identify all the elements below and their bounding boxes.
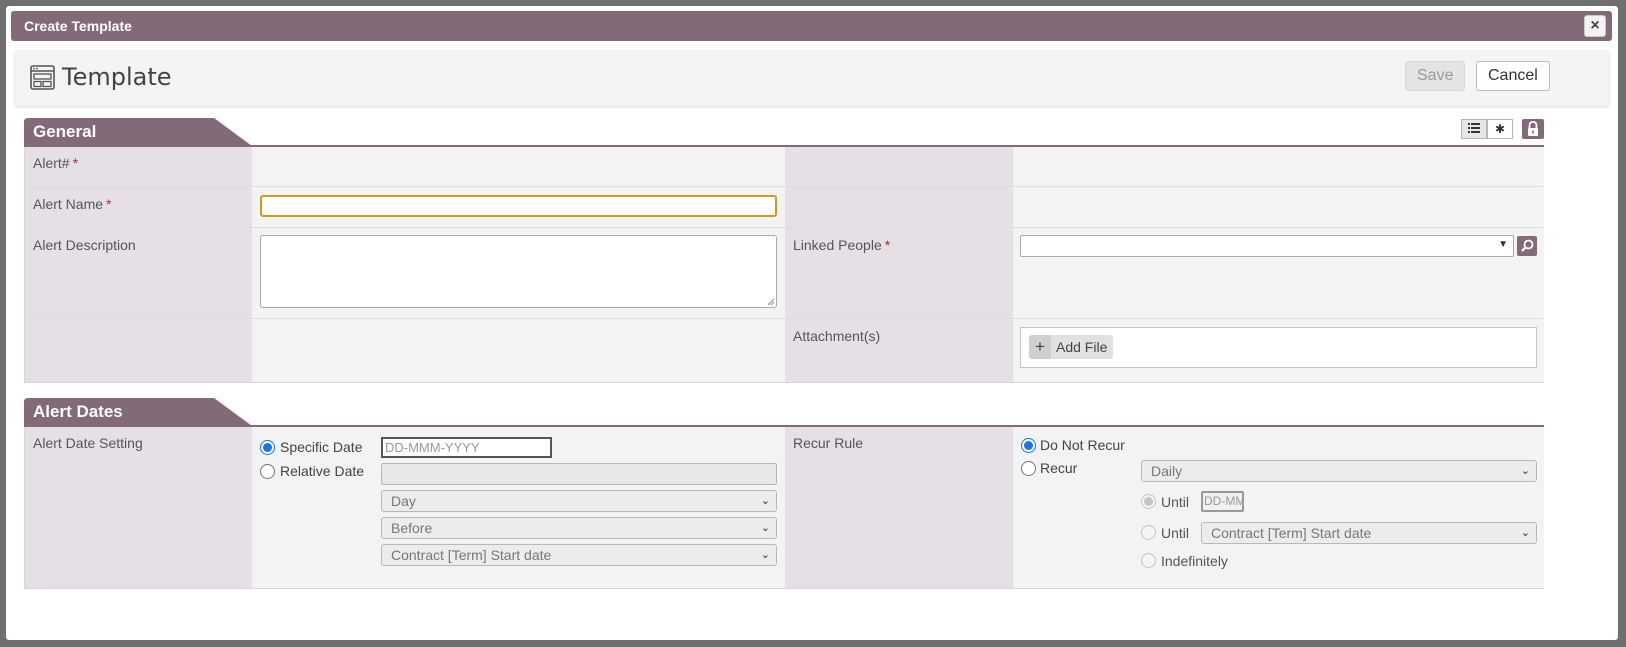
alert-description-textarea[interactable] bbox=[260, 235, 777, 308]
recur-radio[interactable] bbox=[1021, 461, 1036, 476]
attachments-label: Attachment(s) bbox=[793, 328, 881, 344]
specific-date-input[interactable]: DD-MMM-YYYY bbox=[381, 437, 552, 458]
right-label-column bbox=[785, 147, 1013, 382]
list-view-button[interactable] bbox=[1461, 119, 1487, 139]
alert-date-setting-label: Alert Date Setting bbox=[33, 435, 143, 451]
left-label-column bbox=[25, 427, 252, 588]
create-template-dialog: Create Template × Template Save Cancel G… bbox=[6, 6, 1618, 640]
plus-icon: + bbox=[1029, 335, 1051, 359]
save-button[interactable]: Save bbox=[1405, 61, 1466, 91]
right-label-column bbox=[785, 427, 1013, 588]
add-file-button[interactable]: + Add File bbox=[1029, 335, 1113, 359]
relative-unit-select[interactable]: Day ⌄ bbox=[381, 490, 777, 512]
recur-label: Recur bbox=[1040, 460, 1078, 476]
left-label-column bbox=[25, 147, 252, 382]
header-panel: Template Save Cancel bbox=[15, 50, 1609, 106]
relative-reference-select[interactable]: Contract [Term] Start date ⌄ bbox=[381, 544, 777, 566]
relative-date-radio[interactable] bbox=[260, 464, 275, 479]
linked-people-label: Linked People * bbox=[793, 237, 891, 253]
until-reference-label: Until bbox=[1161, 525, 1190, 541]
cancel-button[interactable]: Cancel bbox=[1476, 61, 1550, 91]
until-date-label: Until bbox=[1161, 494, 1190, 510]
template-icon bbox=[30, 65, 55, 90]
relative-offset-input[interactable] bbox=[381, 463, 777, 485]
general-form-grid: Alert# * Alert Name * Alert Description Li… bbox=[24, 147, 1544, 383]
alert-name-label: Alert Name * bbox=[33, 196, 112, 212]
until-date-input[interactable]: DD-MMM-YYYY bbox=[1201, 491, 1244, 512]
alert-name-input[interactable] bbox=[260, 195, 777, 217]
row-divider bbox=[25, 318, 1543, 319]
chevron-down-icon: ⌄ bbox=[760, 522, 770, 534]
alert-no-label: Alert# * bbox=[33, 155, 79, 171]
specific-date-radio[interactable] bbox=[260, 440, 275, 455]
list-icon bbox=[1468, 123, 1480, 133]
chevron-down-icon: ⌄ bbox=[760, 549, 770, 561]
alert-dates-section-tab: Alert Dates bbox=[24, 398, 252, 426]
required-filter-button[interactable]: ✱ bbox=[1487, 119, 1513, 139]
relative-direction-select[interactable]: Before ⌄ bbox=[381, 517, 777, 539]
dropdown-arrow-icon: ▼ bbox=[1498, 239, 1508, 250]
alert-description-label: Alert Description bbox=[33, 237, 136, 253]
indefinitely-radio[interactable] bbox=[1141, 553, 1156, 568]
resize-handle-icon[interactable] bbox=[767, 298, 775, 306]
general-section-tab: General bbox=[24, 118, 252, 146]
dialog-title: Create Template bbox=[24, 18, 132, 34]
page-title: Template bbox=[62, 63, 172, 91]
specific-date-label: Specific Date bbox=[280, 439, 363, 455]
until-reference-select[interactable]: Contract [Term] Start date ⌄ bbox=[1201, 522, 1537, 544]
chevron-down-icon: ⌄ bbox=[760, 495, 770, 507]
search-icon bbox=[1521, 239, 1534, 252]
attachments-dropzone[interactable]: + Add File bbox=[1020, 327, 1537, 368]
indefinitely-label: Indefinitely bbox=[1161, 553, 1228, 569]
linked-people-select[interactable]: ▼ bbox=[1020, 235, 1514, 257]
general-section-title: General bbox=[33, 122, 97, 141]
recur-rule-label: Recur Rule bbox=[793, 435, 864, 451]
chevron-down-icon: ⌄ bbox=[1520, 465, 1530, 477]
lock-button[interactable] bbox=[1522, 119, 1544, 139]
add-file-label: Add File bbox=[1056, 339, 1108, 355]
lock-icon bbox=[1528, 121, 1538, 136]
until-date-radio[interactable] bbox=[1141, 494, 1156, 509]
recur-frequency-select[interactable]: Daily ⌄ bbox=[1141, 460, 1537, 482]
dialog-titlebar: Create Template × bbox=[11, 11, 1612, 41]
do-not-recur-label: Do Not Recur bbox=[1040, 437, 1125, 453]
row-divider bbox=[25, 227, 1543, 228]
until-reference-radio[interactable] bbox=[1141, 525, 1156, 540]
do-not-recur-radio[interactable] bbox=[1021, 438, 1036, 453]
chevron-down-icon: ⌄ bbox=[1520, 527, 1530, 539]
alert-dates-section-title: Alert Dates bbox=[33, 402, 123, 421]
people-search-button[interactable] bbox=[1517, 236, 1537, 256]
row-divider bbox=[25, 186, 1543, 187]
close-button[interactable]: × bbox=[1584, 15, 1606, 37]
relative-date-label: Relative Date bbox=[280, 463, 365, 479]
alert-dates-form-grid: Alert Date Setting Specific Date Relativ… bbox=[24, 427, 1544, 589]
